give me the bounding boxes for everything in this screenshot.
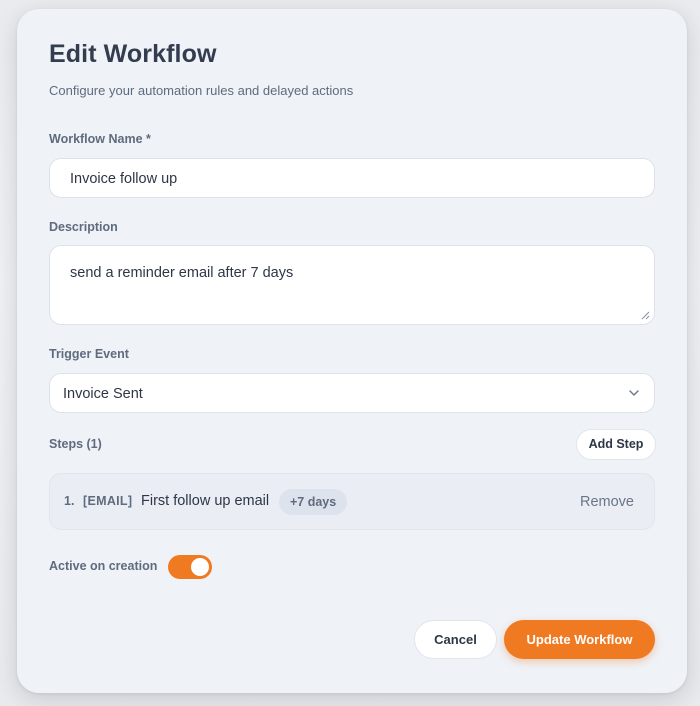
add-step-button[interactable]: Add Step — [576, 429, 656, 460]
workflow-name-input[interactable]: Invoice follow up — [49, 158, 655, 198]
remove-step-button[interactable]: Remove — [580, 494, 634, 510]
trigger-event-label: Trigger Event — [49, 347, 129, 361]
trigger-event-select[interactable]: Invoice Sent — [49, 373, 655, 413]
step-item: 1. [EMAIL] First follow up email +7 days… — [49, 473, 655, 530]
description-textarea[interactable]: send a reminder email after 7 days — [49, 245, 655, 325]
description-value: send a reminder email after 7 days — [70, 265, 294, 281]
active-toggle[interactable] — [168, 555, 212, 579]
step-number: 1. — [64, 494, 75, 508]
description-label: Description — [49, 220, 118, 234]
dialog-subtitle: Configure your automation rules and dela… — [49, 83, 354, 98]
steps-label: Steps (1) — [49, 437, 102, 451]
trigger-event-value: Invoice Sent — [63, 386, 143, 402]
step-name: First follow up email — [141, 493, 270, 509]
step-type: [EMAIL] — [83, 494, 133, 508]
toggle-knob — [191, 558, 209, 576]
update-workflow-button[interactable]: Update Workflow — [504, 620, 655, 659]
workflow-name-label: Workflow Name * — [49, 132, 151, 146]
step-delay-badge: +7 days — [279, 489, 348, 515]
cancel-button[interactable]: Cancel — [414, 620, 497, 659]
resize-grip-icon[interactable] — [640, 310, 650, 320]
chevron-down-icon — [629, 390, 639, 396]
edit-workflow-dialog: Edit Workflow Configure your automation … — [17, 9, 687, 693]
active-on-creation-label: Active on creation — [49, 559, 158, 573]
dialog-title: Edit Workflow — [49, 40, 217, 68]
